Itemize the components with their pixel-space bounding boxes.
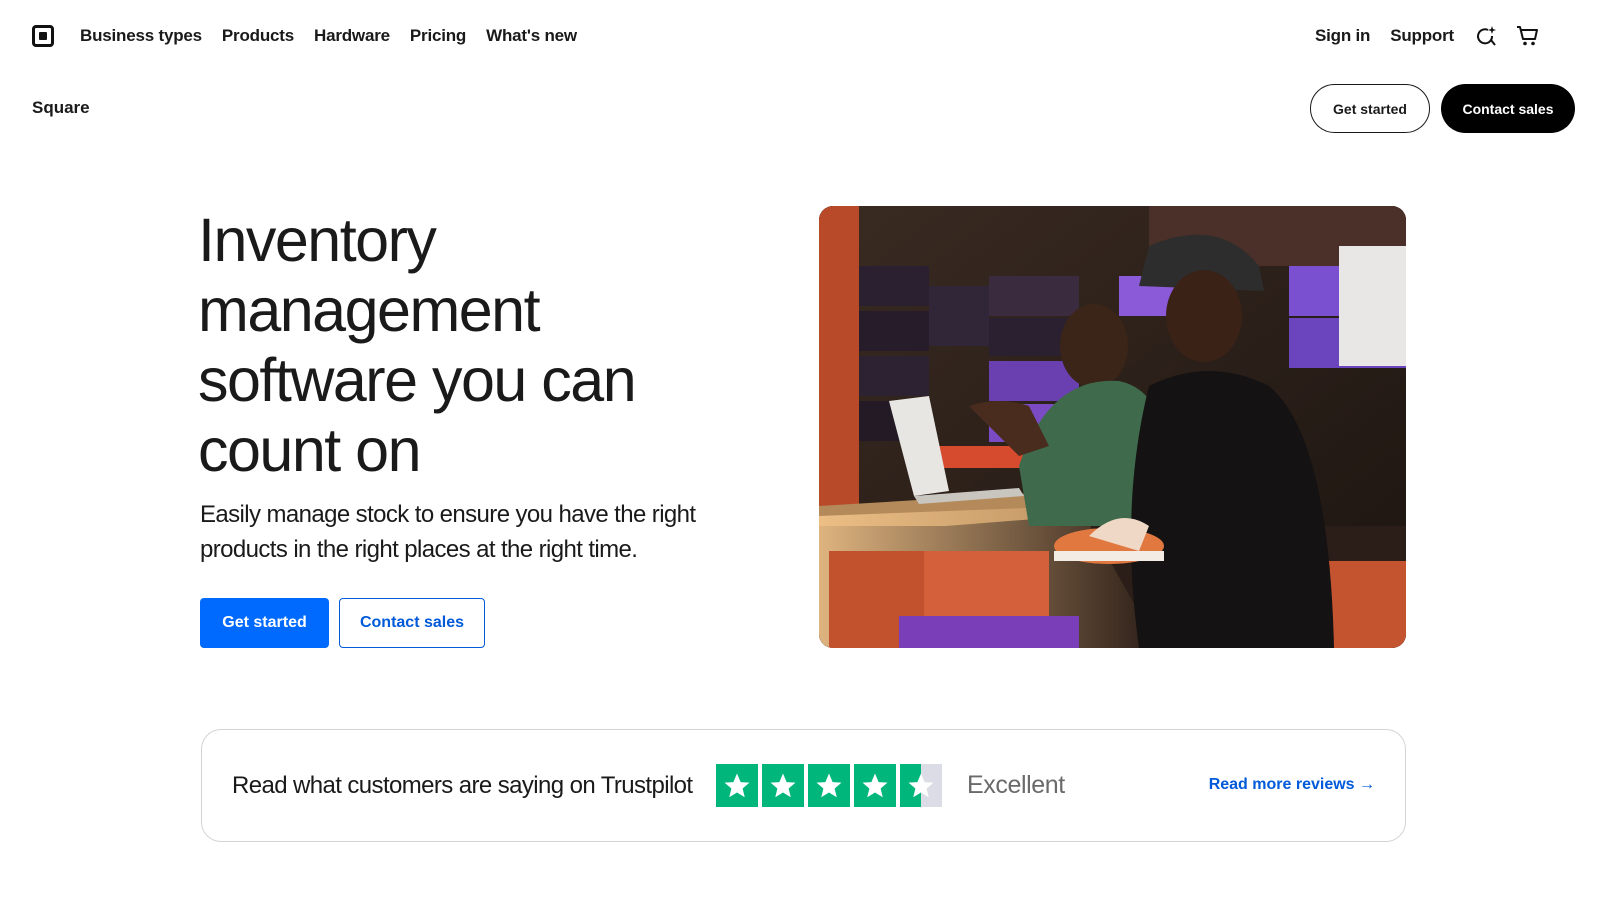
nav-pricing[interactable]: Pricing — [410, 26, 466, 46]
trustpilot-rating-label: Excellent — [967, 771, 1065, 799]
trustpilot-text: Read what customers are saying on Trustp… — [232, 772, 693, 799]
cart-icon[interactable] — [1516, 24, 1540, 48]
hero-subtitle: Easily manage stock to ensure you have t… — [200, 501, 696, 563]
sign-in-link[interactable]: Sign in — [1315, 26, 1370, 46]
subheader-contact-sales-button[interactable]: Contact sales — [1441, 84, 1575, 133]
trustpilot-stars — [716, 764, 942, 807]
half-star-icon — [900, 764, 942, 807]
star-icon — [808, 764, 850, 807]
sparkle-search-icon[interactable] — [1474, 24, 1498, 48]
star-icon — [716, 764, 758, 807]
nav-business-types[interactable]: Business types — [80, 26, 202, 46]
square-logo-icon[interactable] — [32, 25, 54, 47]
star-icon — [854, 764, 896, 807]
secondary-nav: Sign in Support — [1315, 24, 1600, 48]
read-more-reviews-link[interactable]: Read more reviews → — [1209, 776, 1375, 794]
hero-get-started-button[interactable]: Get started — [200, 598, 329, 648]
nav-whats-new[interactable]: What's new — [486, 26, 577, 46]
nav-hardware[interactable]: Hardware — [314, 26, 390, 46]
trustpilot-banner: Read what customers are saying on Trustp… — [201, 729, 1406, 842]
support-link[interactable]: Support — [1390, 26, 1454, 46]
primary-nav: Business types Products Hardware Pricing… — [80, 26, 577, 46]
subheader-get-started-button[interactable]: Get started — [1310, 84, 1430, 133]
nav-products[interactable]: Products — [222, 26, 294, 46]
hero-photo — [819, 206, 1406, 648]
top-navigation: Business types Products Hardware Pricing… — [0, 0, 1600, 72]
hero-title: Inventory management software you can co… — [198, 206, 637, 484]
product-subheader: Square Get started Contact sales — [0, 80, 1600, 136]
star-icon — [762, 764, 804, 807]
hero-contact-sales-button[interactable]: Contact sales — [339, 598, 485, 648]
brand-name[interactable]: Square — [32, 98, 90, 118]
